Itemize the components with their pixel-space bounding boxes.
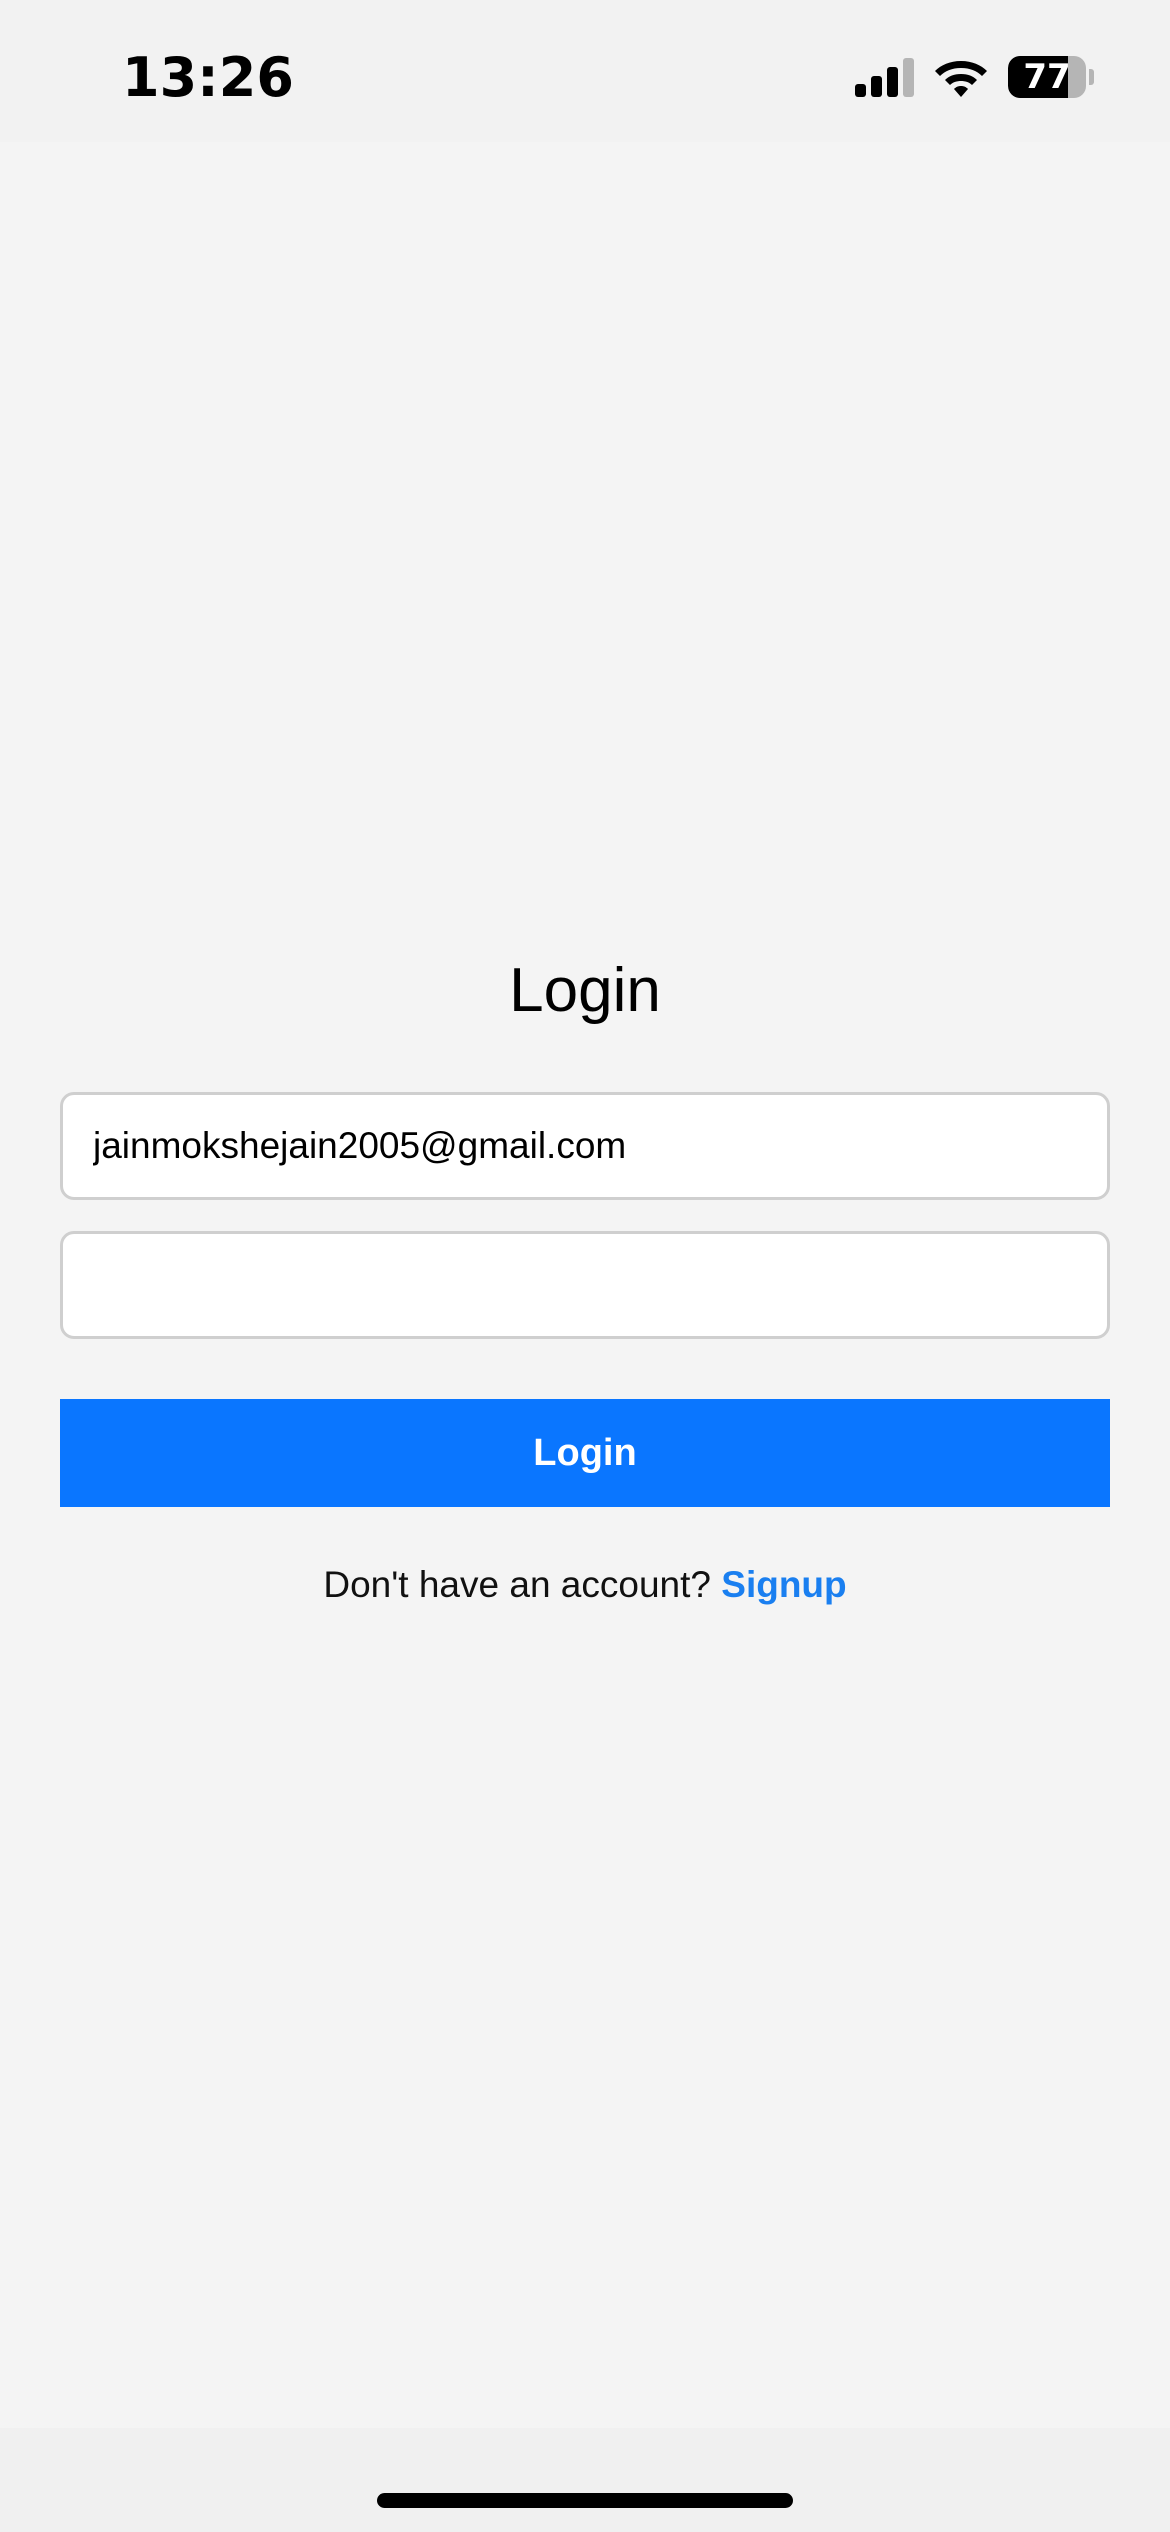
signup-row: Don't have an account? Signup bbox=[0, 1564, 1170, 1606]
login-button[interactable]: Login bbox=[60, 1399, 1110, 1507]
password-field[interactable] bbox=[60, 1231, 1110, 1339]
signup-link[interactable]: Signup bbox=[721, 1564, 846, 1605]
page-title: Login bbox=[509, 956, 661, 1025]
home-area bbox=[0, 2428, 1170, 2532]
email-field[interactable] bbox=[60, 1092, 1110, 1200]
signal-icon bbox=[855, 58, 914, 97]
battery-level: 77 bbox=[1023, 57, 1071, 97]
status-time: 13:26 bbox=[122, 46, 294, 109]
home-indicator[interactable] bbox=[377, 2493, 793, 2508]
wifi-icon bbox=[935, 61, 987, 97]
status-bar: 13:26 77 bbox=[0, 0, 1170, 142]
battery-icon: 77 bbox=[1008, 56, 1094, 98]
signup-prompt: Don't have an account? bbox=[323, 1564, 722, 1605]
